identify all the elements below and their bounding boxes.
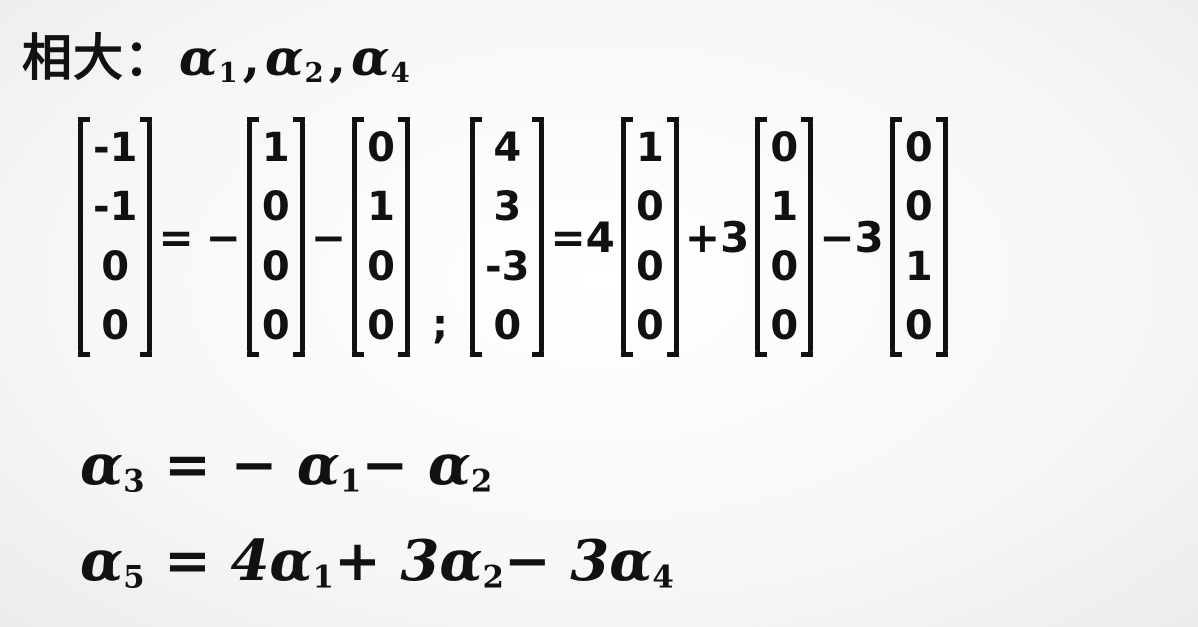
cell: 0 — [770, 303, 799, 350]
heading-label: 相大： — [22, 29, 175, 87]
cell: 1 — [770, 184, 799, 231]
cell: 1 — [261, 124, 290, 171]
minus-sign: − — [310, 212, 347, 262]
eq2-rhs-b: + 3α2 — [333, 528, 504, 596]
eq1-rhs-a: = − α1 — [164, 432, 362, 500]
eq2-rhs-c: − 3α4 — [503, 528, 674, 596]
cell: 0 — [367, 303, 395, 350]
vector-e2-right: 0 1 0 0 — [755, 117, 814, 357]
cell: -3 — [485, 243, 530, 290]
vector-e1-right: 1 0 0 0 — [620, 117, 679, 357]
minus-three: −3 — [819, 212, 884, 262]
vector-equations-row: -1 -1 0 0 = − 1 0 0 0 − 0 1 0 0 ; 4 3 -3 — [78, 112, 948, 362]
semicolon: ; — [432, 302, 449, 348]
equation-alpha-5: α5 = 4α1 + 3α2 − 3α4 — [80, 528, 674, 596]
alpha-4: α4 — [351, 28, 411, 89]
cell: 0 — [904, 124, 933, 171]
cell: 0 — [770, 124, 799, 171]
comma-2: , — [328, 28, 348, 87]
eq1-lhs: α3 — [80, 432, 145, 500]
cell: 0 — [635, 303, 664, 350]
cell: 0 — [635, 184, 664, 231]
cell: 0 — [261, 243, 290, 290]
eq2-rhs-a: = 4α1 — [164, 528, 334, 596]
handwritten-board: 相大： α1 , α2 , α4 -1 -1 0 0 = − 1 0 0 0 −… — [0, 0, 1198, 627]
eq2-lhs: α5 — [80, 528, 145, 596]
cell: 3 — [493, 184, 522, 231]
cell: 0 — [493, 303, 522, 350]
comma-1: , — [242, 28, 262, 87]
cell: 0 — [904, 184, 933, 231]
vector-e2-left: 0 1 0 0 — [352, 117, 411, 357]
cell: -1 — [93, 124, 138, 171]
cell: 0 — [261, 303, 290, 350]
cell: 0 — [635, 243, 664, 290]
cell: 0 — [904, 303, 933, 350]
cell: 1 — [635, 124, 664, 171]
vector-e1-left: 1 0 0 0 — [246, 117, 305, 357]
eq1-rhs-b: − α2 — [361, 432, 493, 500]
cell: 0 — [367, 124, 395, 171]
cell: 1 — [367, 184, 395, 231]
vector-right-lhs: 4 3 -3 0 — [470, 117, 545, 357]
equals-four: =4 — [550, 212, 615, 262]
vector-left-lhs: -1 -1 0 0 — [78, 117, 153, 357]
cell: 0 — [101, 243, 130, 290]
cell: 0 — [770, 243, 799, 290]
vector-e3-right: 0 0 1 0 — [889, 117, 948, 357]
alpha-1: α1 — [179, 28, 239, 89]
equation-alpha-3: α3 = − α1 − α2 — [80, 432, 492, 500]
plus-three: +3 — [684, 212, 750, 262]
cell: 0 — [101, 303, 130, 350]
cell: -1 — [93, 184, 138, 231]
cell: 0 — [367, 243, 395, 290]
cell: 4 — [493, 124, 522, 171]
cell: 1 — [904, 243, 933, 290]
cell: 0 — [261, 184, 290, 231]
equals-sign: = — [158, 212, 194, 262]
heading-line: 相大： α1 , α2 , α4 — [22, 18, 411, 90]
alpha-2: α2 — [265, 28, 325, 89]
minus-sign: − — [205, 212, 241, 262]
